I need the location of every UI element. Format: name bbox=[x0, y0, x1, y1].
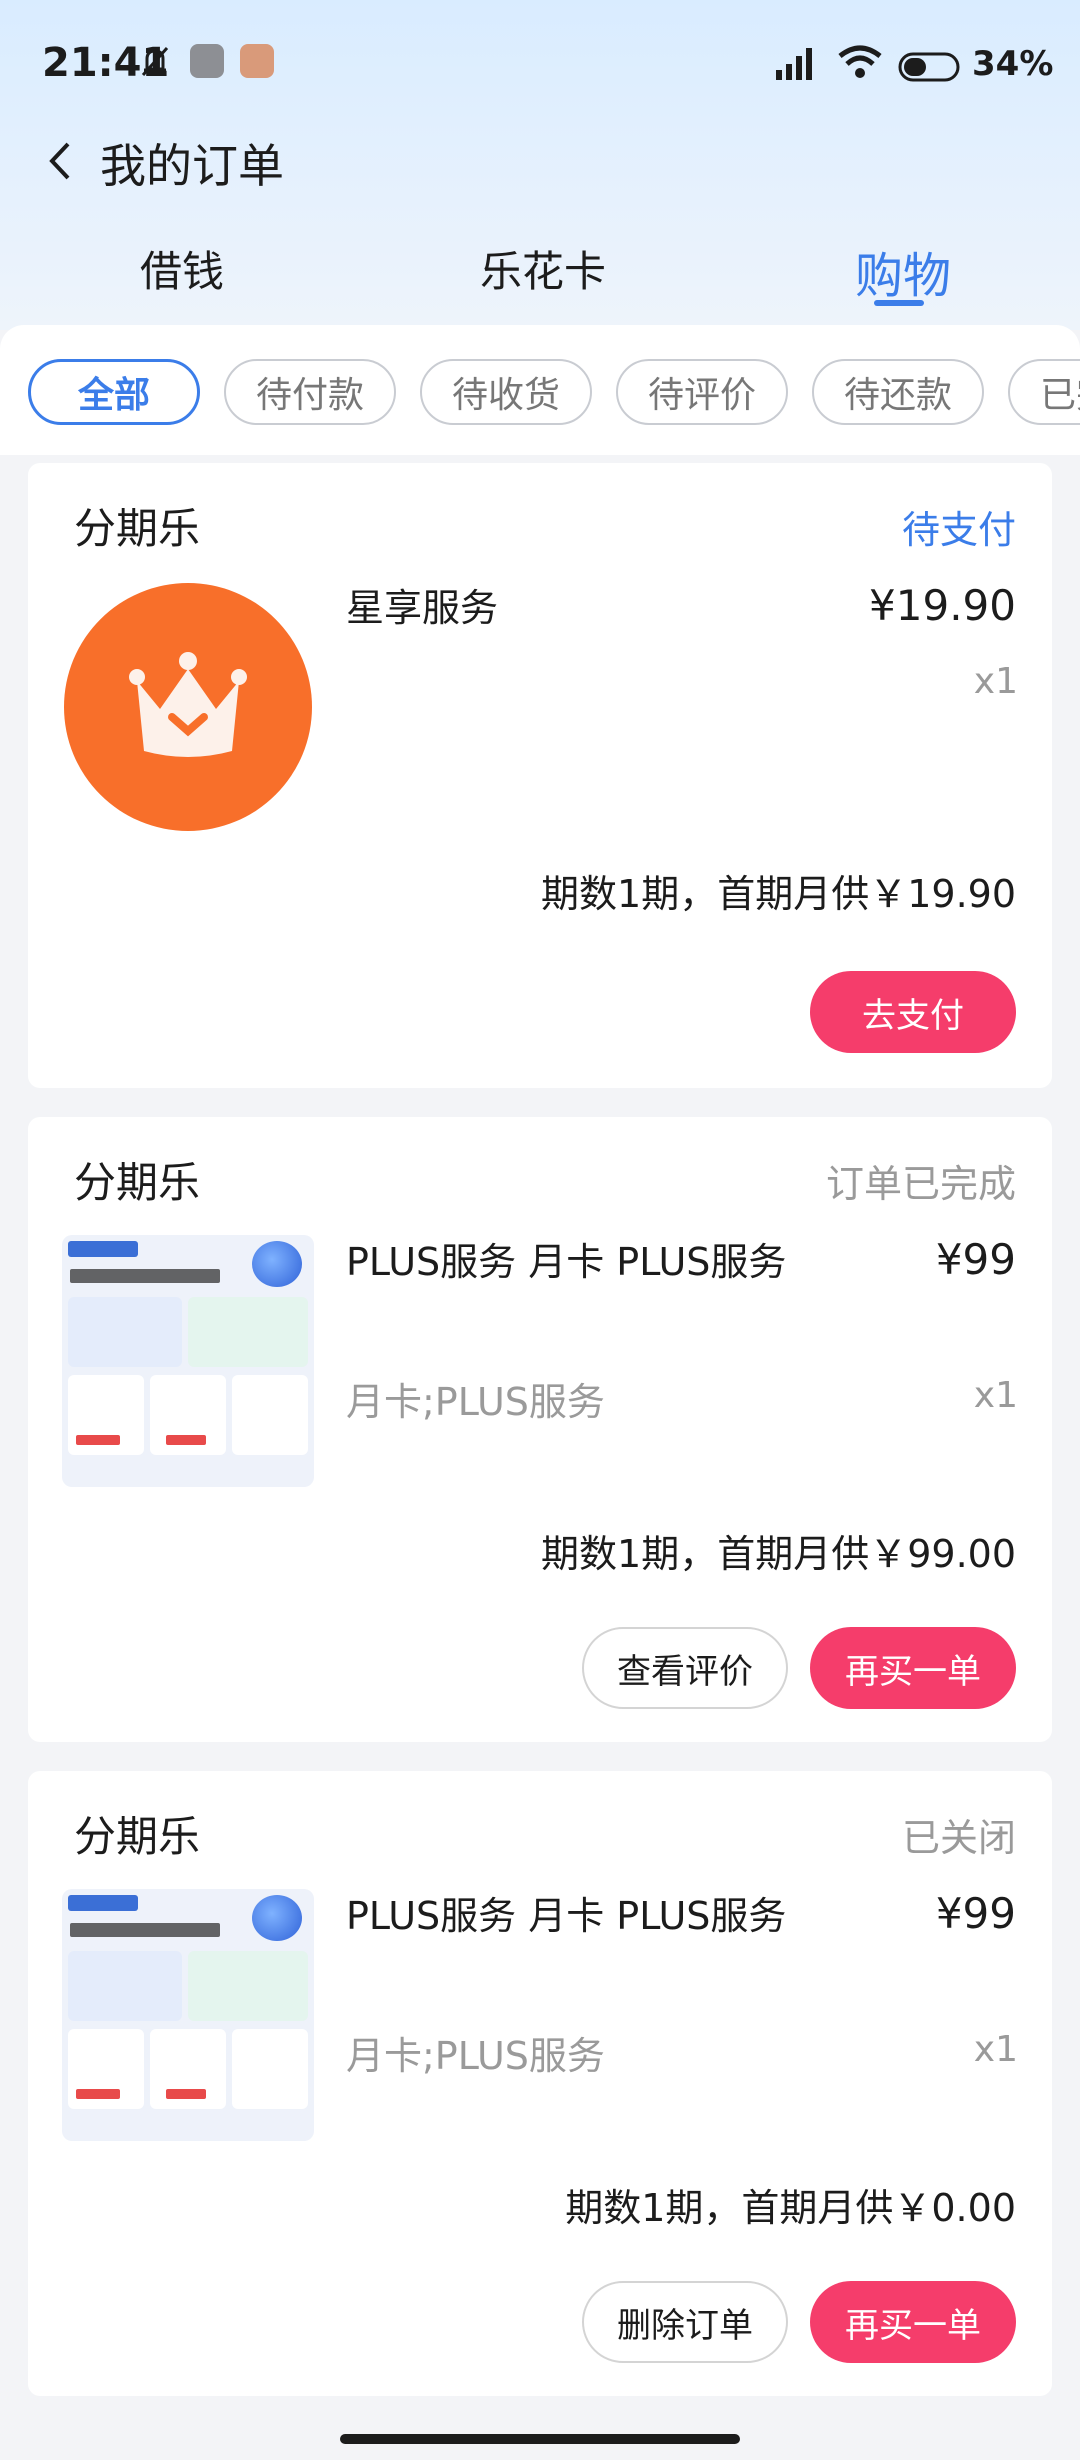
product-spec: 月卡;PLUS服务 bbox=[346, 1380, 605, 1424]
product-thumbnail bbox=[62, 581, 314, 833]
product-spec: 月卡;PLUS服务 bbox=[346, 2034, 605, 2078]
order-status: 订单已完成 bbox=[825, 1162, 1016, 1206]
chip-pending-delivery[interactable]: 待收货 bbox=[420, 359, 592, 425]
product-price: ¥99 bbox=[935, 1235, 1016, 1284]
product-name: 星享服务 bbox=[346, 586, 499, 630]
battery-percentage: 34% bbox=[972, 44, 1054, 84]
back-arrow-icon[interactable] bbox=[40, 138, 80, 184]
order-status: 已关闭 bbox=[901, 1816, 1016, 1860]
product-quantity: x1 bbox=[973, 1375, 1018, 1416]
store-name: 分期乐 bbox=[74, 1812, 201, 1861]
order-card[interactable]: 分期乐 已关闭 PLUS服务 月卡 PLUS服务 ¥99 月卡;PLUS服务 x… bbox=[28, 1771, 1052, 2396]
mute-bell-icon bbox=[141, 47, 169, 76]
battery-icon bbox=[898, 52, 960, 82]
plus-banner-image bbox=[62, 1235, 314, 1487]
product-name: PLUS服务 月卡 PLUS服务 bbox=[346, 1894, 787, 1938]
pay-button[interactable]: 去支付 bbox=[810, 971, 1016, 1053]
order-card[interactable]: 分期乐 待支付 星享服务 ¥19.90 x1 期数1期，首期月供￥19.90 去… bbox=[28, 463, 1052, 1088]
chip-pending-payment[interactable]: 待付款 bbox=[224, 359, 396, 425]
chip-pending-repayment[interactable]: 待还款 bbox=[812, 359, 984, 425]
home-indicator[interactable] bbox=[340, 2434, 740, 2444]
filter-chip-row: 全部 待付款 待收货 待评价 待还款 已完成 bbox=[0, 325, 1080, 455]
tab-lehua-card[interactable]: 乐花卡 bbox=[480, 238, 606, 299]
delete-order-button[interactable]: 删除订单 bbox=[582, 2281, 788, 2363]
app-notification-icon bbox=[240, 44, 274, 78]
crown-icon bbox=[64, 583, 312, 831]
page-title: 我的订单 bbox=[100, 139, 284, 193]
app-notification-icon bbox=[190, 44, 224, 78]
tab-shopping[interactable]: 购物 bbox=[855, 236, 951, 306]
product-price: ¥99 bbox=[935, 1889, 1016, 1938]
buy-again-button[interactable]: 再买一单 bbox=[810, 2281, 1016, 2363]
wifi-icon bbox=[838, 45, 882, 78]
order-status: 待支付 bbox=[901, 508, 1016, 552]
installment-info: 期数1期，首期月供￥19.90 bbox=[541, 872, 1016, 916]
product-thumbnail bbox=[62, 1235, 314, 1487]
product-quantity: x1 bbox=[973, 661, 1018, 702]
tab-borrow[interactable]: 借钱 bbox=[140, 238, 224, 299]
active-tab-indicator bbox=[874, 300, 924, 306]
order-card[interactable]: 分期乐 订单已完成 PLUS服务 月卡 PLUS服务 ¥99 月卡;PLUS服务… bbox=[28, 1117, 1052, 1742]
chip-all[interactable]: 全部 bbox=[28, 359, 200, 425]
chip-pending-review[interactable]: 待评价 bbox=[616, 359, 788, 425]
product-quantity: x1 bbox=[973, 2029, 1018, 2070]
product-price: ¥19.90 bbox=[869, 581, 1016, 630]
buy-again-button[interactable]: 再买一单 bbox=[810, 1627, 1016, 1709]
status-bar: 21:41 34% bbox=[0, 0, 1080, 135]
signal-icon bbox=[776, 48, 812, 80]
installment-info: 期数1期，首期月供￥99.00 bbox=[541, 1532, 1016, 1576]
store-name: 分期乐 bbox=[74, 504, 201, 553]
view-review-button[interactable]: 查看评价 bbox=[582, 1627, 788, 1709]
installment-info: 期数1期，首期月供￥0.00 bbox=[565, 2186, 1016, 2230]
store-name: 分期乐 bbox=[74, 1158, 201, 1207]
chip-completed[interactable]: 已完成 bbox=[1008, 359, 1080, 425]
product-thumbnail bbox=[62, 1889, 314, 2141]
product-name: PLUS服务 月卡 PLUS服务 bbox=[346, 1240, 787, 1284]
plus-banner-image bbox=[62, 1889, 314, 2141]
